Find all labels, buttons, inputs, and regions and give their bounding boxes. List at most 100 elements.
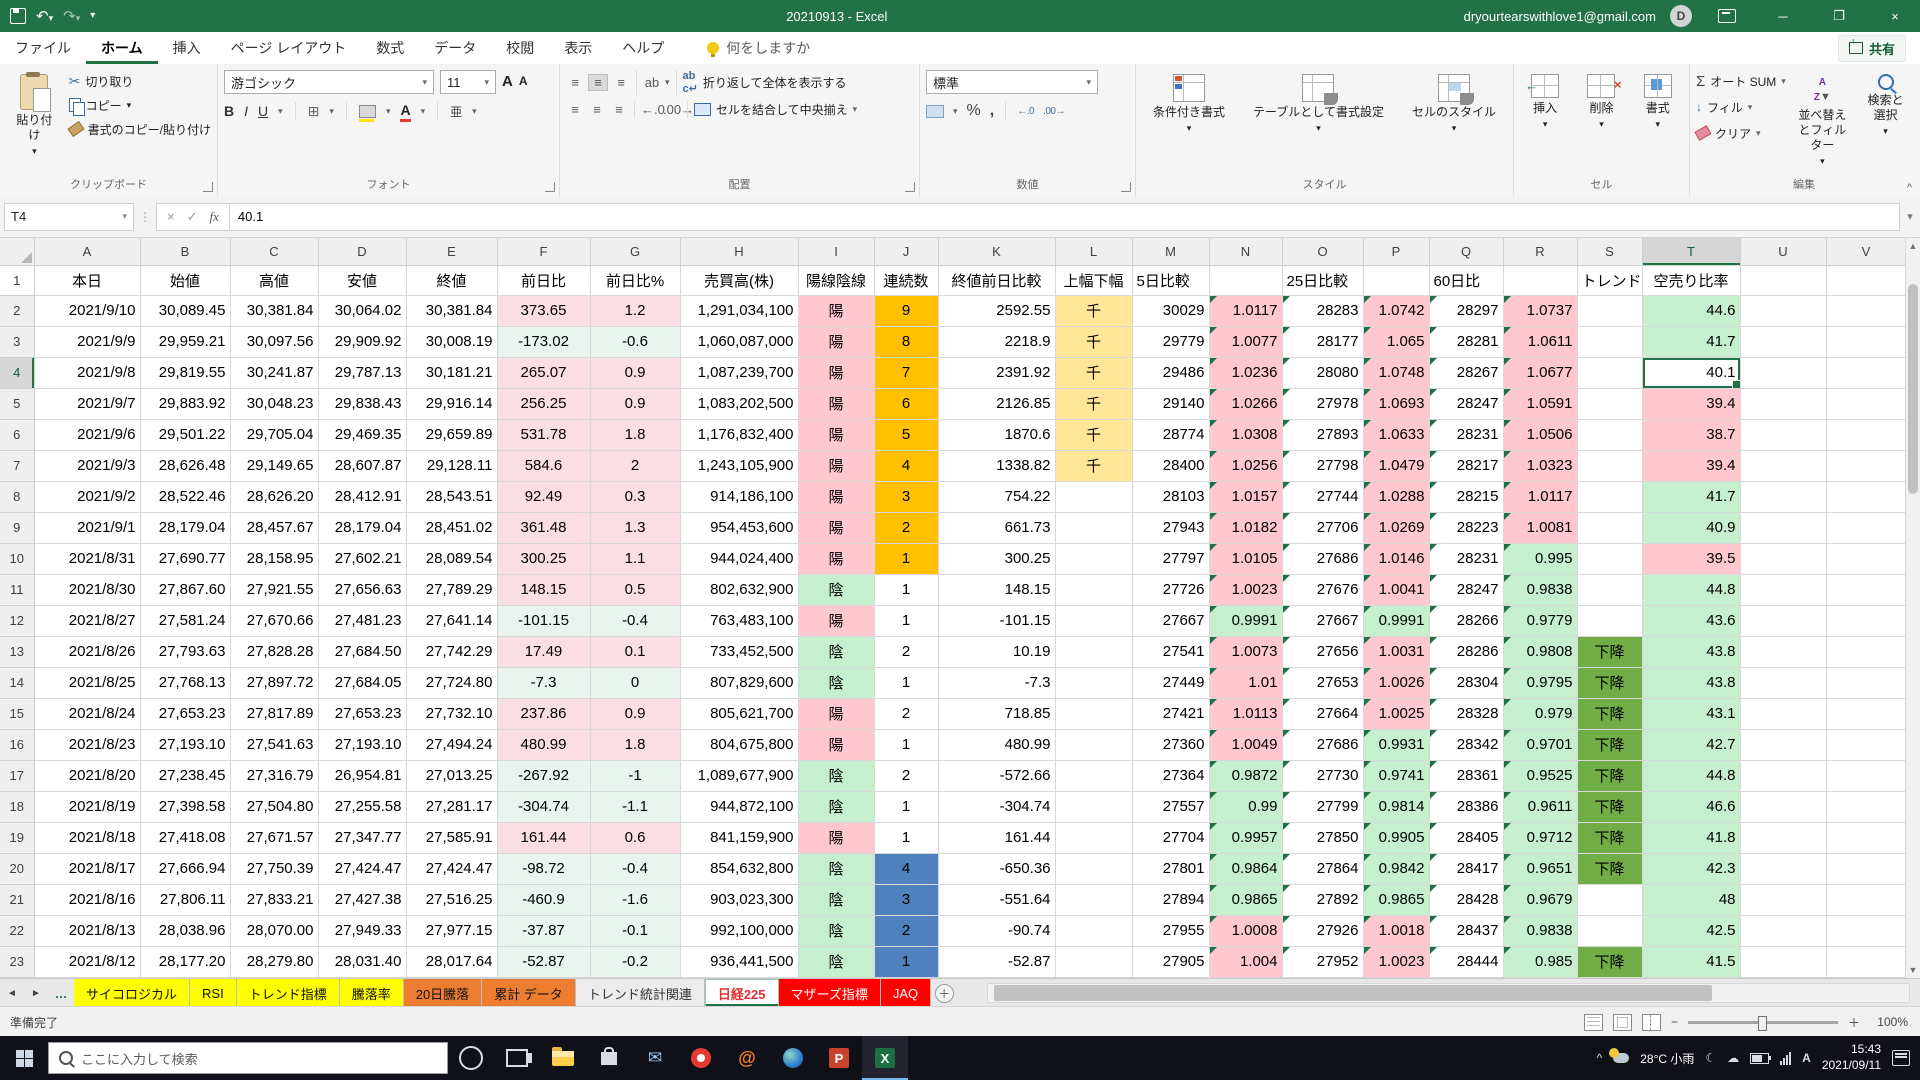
cell-D14[interactable]: 27,684.05 [318,667,406,698]
field-header-Q[interactable]: 60日比 [1429,265,1503,295]
cell-C16[interactable]: 27,541.63 [230,729,318,760]
field-header-N[interactable] [1209,265,1282,295]
cell-L11[interactable] [1055,574,1132,605]
cell-E17[interactable]: 27,013.25 [406,760,497,791]
cell-E8[interactable]: 28,543.51 [406,481,497,512]
clipboard-dialog-launcher[interactable] [203,182,213,192]
cell-H7[interactable]: 1,243,105,900 [680,450,798,481]
cell-H6[interactable]: 1,176,832,400 [680,419,798,450]
field-header-U[interactable] [1740,265,1826,295]
normal-view-icon[interactable] [1584,1014,1603,1031]
cell-S3[interactable] [1577,326,1642,357]
field-header-H[interactable]: 売買高(株) [680,265,798,295]
cell-A7[interactable]: 2021/9/3 [34,450,140,481]
cell-V22[interactable] [1826,915,1906,946]
cell-D11[interactable]: 27,656.63 [318,574,406,605]
cell-V4[interactable] [1826,357,1906,388]
cell-G2[interactable]: 1.2 [590,295,680,326]
cell-V5[interactable] [1826,388,1906,419]
field-header-J[interactable]: 連続数 [874,265,938,295]
cell-R21[interactable]: 0.9679 [1503,884,1577,915]
cell-V6[interactable] [1826,419,1906,450]
copy-button[interactable]: コピー▾ [69,94,211,116]
cell-P17[interactable]: 0.9741 [1363,760,1429,791]
cell-H15[interactable]: 805,621,700 [680,698,798,729]
cell-P13[interactable]: 1.0031 [1363,636,1429,667]
cell-T19[interactable]: 41.8 [1642,822,1740,853]
cell-I14[interactable]: 陰 [798,667,874,698]
cell-P6[interactable]: 1.0633 [1363,419,1429,450]
cell-H10[interactable]: 944,024,400 [680,543,798,574]
cell-D5[interactable]: 29,838.43 [318,388,406,419]
cell-N6[interactable]: 1.0308 [1209,419,1282,450]
cell-B13[interactable]: 27,793.63 [140,636,230,667]
cell-C7[interactable]: 29,149.65 [230,450,318,481]
format-as-table-button[interactable]: テーブルとして書式設定▾ [1247,70,1390,176]
cell-R11[interactable]: 0.9838 [1503,574,1577,605]
cell-M10[interactable]: 27797 [1132,543,1209,574]
zoom-slider-thumb[interactable] [1758,1016,1767,1031]
cell-B12[interactable]: 27,581.24 [140,605,230,636]
powerpoint-button[interactable]: P [816,1036,862,1080]
cell-Q16[interactable]: 28342 [1429,729,1503,760]
account-email[interactable]: dryourtearswithlove1@gmail.com [1464,9,1656,24]
sheet-nav-left-icon[interactable]: ◄ [0,979,24,1007]
cell-C4[interactable]: 30,241.87 [230,357,318,388]
cell-A22[interactable]: 2021/8/13 [34,915,140,946]
sheet-tab-1[interactable]: RSI [190,979,237,1007]
cell-I2[interactable]: 陽 [798,295,874,326]
cell-D18[interactable]: 27,255.58 [318,791,406,822]
align-right-icon[interactable]: ≡ [610,102,628,117]
cell-V23[interactable] [1826,946,1906,977]
field-header-V[interactable] [1826,265,1906,295]
row-header-13[interactable]: 13 [0,636,34,667]
cell-M12[interactable]: 27667 [1132,605,1209,636]
cell-I21[interactable]: 陰 [798,884,874,915]
cell-E10[interactable]: 28,089.54 [406,543,497,574]
font-name-select[interactable]: 游ゴシック▾ [224,70,434,94]
select-all-corner[interactable] [0,238,34,265]
cell-N16[interactable]: 1.0049 [1209,729,1282,760]
cell-N19[interactable]: 0.9957 [1209,822,1282,853]
row-header-7[interactable]: 7 [0,450,34,481]
cell-N9[interactable]: 1.0182 [1209,512,1282,543]
ribbon-tab-0[interactable]: ファイル [0,32,86,64]
cell-C21[interactable]: 27,833.21 [230,884,318,915]
column-header-U[interactable]: U [1740,238,1826,265]
font-color-button[interactable]: A [400,102,410,120]
cell-S4[interactable] [1577,357,1642,388]
cell-J22[interactable]: 2 [874,915,938,946]
cell-E15[interactable]: 27,732.10 [406,698,497,729]
cell-I7[interactable]: 陽 [798,450,874,481]
cell-L22[interactable] [1055,915,1132,946]
cell-R9[interactable]: 1.0081 [1503,512,1577,543]
cell-K3[interactable]: 2218.9 [938,326,1055,357]
cell-D16[interactable]: 27,193.10 [318,729,406,760]
phonetic-button[interactable]: 亜 [450,103,462,120]
cell-T2[interactable]: 44.6 [1642,295,1740,326]
battery-icon[interactable] [1750,1053,1769,1064]
cell-V13[interactable] [1826,636,1906,667]
cell-J16[interactable]: 1 [874,729,938,760]
cell-S2[interactable] [1577,295,1642,326]
cell-C14[interactable]: 27,897.72 [230,667,318,698]
cell-K17[interactable]: -572.66 [938,760,1055,791]
row-header-17[interactable]: 17 [0,760,34,791]
cell-L10[interactable] [1055,543,1132,574]
cell-R13[interactable]: 0.9808 [1503,636,1577,667]
cell-S10[interactable] [1577,543,1642,574]
sheet-tab-5[interactable]: 累計 データ [482,979,576,1007]
cell-D7[interactable]: 28,607.87 [318,450,406,481]
hidden-icons-chevron[interactable]: ^ [1597,1051,1603,1065]
ime-indicator[interactable]: A [1802,1051,1811,1065]
cell-P20[interactable]: 0.9842 [1363,853,1429,884]
cell-G3[interactable]: -0.6 [590,326,680,357]
cell-I11[interactable]: 陰 [798,574,874,605]
column-header-C[interactable]: C [230,238,318,265]
sheet-tab-6[interactable]: トレンド統計関連 [576,979,705,1007]
column-header-Q[interactable]: Q [1429,238,1503,265]
cell-G10[interactable]: 1.1 [590,543,680,574]
italic-button[interactable]: I [244,103,248,119]
cell-L20[interactable] [1055,853,1132,884]
row-header-11[interactable]: 11 [0,574,34,605]
